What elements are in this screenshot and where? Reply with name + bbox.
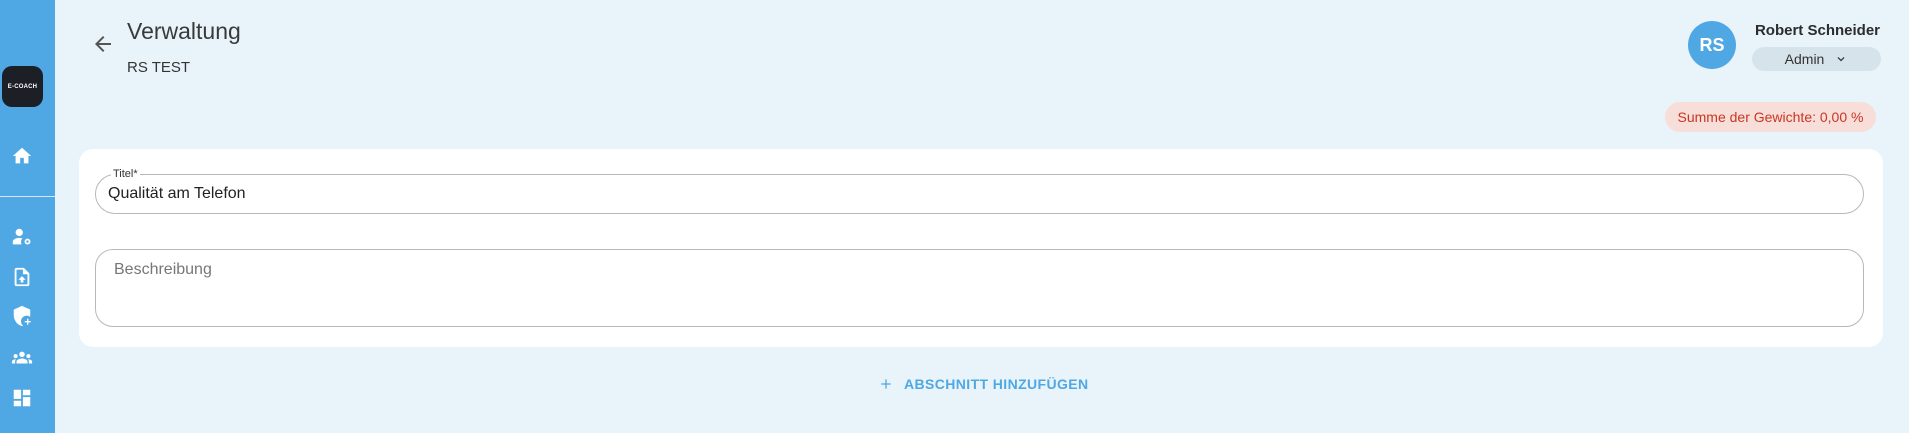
app-logo[interactable]: E-COACH (2, 66, 43, 107)
back-arrow-icon[interactable] (91, 32, 115, 56)
title-field[interactable]: Titel* Qualität am Telefon (95, 168, 1864, 214)
title-field-value[interactable]: Qualität am Telefon (108, 185, 246, 203)
page-title: Verwaltung (127, 18, 241, 44)
role-select[interactable]: Admin (1752, 47, 1881, 71)
shield-add-icon[interactable] (10, 304, 34, 328)
description-field[interactable]: Beschreibung (95, 249, 1864, 327)
page-subtitle: RS TEST (127, 59, 191, 76)
user-settings-icon[interactable] (10, 225, 34, 249)
add-section-button[interactable]: ABSCHNITT HINZUFÜGEN (878, 376, 1089, 392)
groups-icon[interactable] (10, 346, 34, 370)
file-upload-icon[interactable] (10, 265, 34, 289)
dashboard-icon[interactable] (10, 386, 34, 410)
description-placeholder: Beschreibung (114, 261, 212, 278)
logo-text: E-COACH (7, 83, 38, 90)
role-label: Admin (1784, 51, 1825, 67)
plus-icon (881, 379, 891, 389)
chevron-down-icon (1837, 57, 1845, 62)
home-icon[interactable] (10, 144, 34, 168)
user-name: Robert Schneider (1754, 22, 1880, 39)
form-card: Titel* Qualität am Telefon Beschreibung (79, 149, 1883, 347)
avatar[interactable]: RS (1688, 21, 1736, 69)
sidebar: E-COACH (0, 0, 55, 433)
weight-sum-text: Summe der Gewichte: 0,00 % (1677, 109, 1864, 125)
sidebar-divider (0, 196, 55, 197)
add-section-label: ABSCHNITT HINZUFÜGEN (904, 376, 1089, 392)
avatar-initials: RS (1699, 34, 1725, 55)
weight-sum-badge: Summe der Gewichte: 0,00 % (1665, 102, 1876, 132)
title-field-label: Titel* (111, 168, 140, 180)
